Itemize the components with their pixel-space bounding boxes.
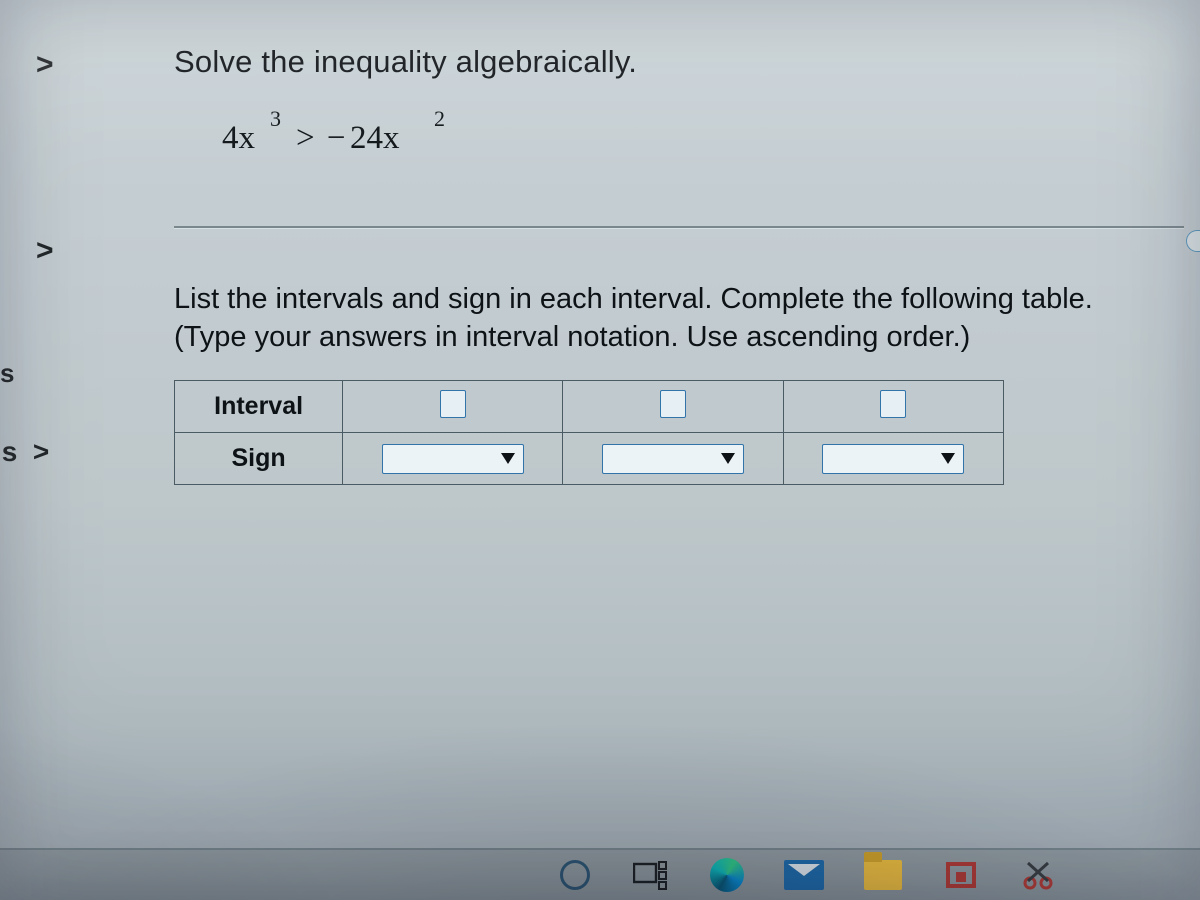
eq-lhs-base: 4x xyxy=(222,120,255,157)
interval-cell-3 xyxy=(783,381,1003,433)
eq-rhs-base: 24x xyxy=(350,120,400,157)
horizontal-divider xyxy=(174,226,1184,229)
dropdown-caret-icon xyxy=(721,453,735,464)
eq-relation: > − xyxy=(296,120,347,157)
divider-endpoint-icon xyxy=(1186,230,1200,252)
sign-select-2[interactable] xyxy=(602,444,744,474)
sign-cell-1 xyxy=(343,433,563,485)
nav-item-ls-chevron-icon: > xyxy=(33,436,49,467)
instruction-line-1: List the intervals and sign in each inte… xyxy=(174,283,1093,315)
sign-select-1[interactable] xyxy=(382,444,524,474)
dropdown-caret-icon xyxy=(941,453,955,464)
nav-item-ls[interactable]: ls > xyxy=(0,436,49,468)
interval-input-3[interactable] xyxy=(880,390,906,418)
sign-select-3[interactable] xyxy=(822,444,964,474)
table-row-sign: Sign xyxy=(175,433,1004,485)
sign-cell-2 xyxy=(563,433,783,485)
nav-chevron-1[interactable]: > xyxy=(36,48,54,82)
interval-row-header: Interval xyxy=(175,381,343,433)
problem-panel: Solve the inequality algebraically. 4x 3… xyxy=(174,18,1182,856)
file-explorer-icon[interactable] xyxy=(864,860,902,890)
problem-prompt: Solve the inequality algebraically. xyxy=(174,44,1182,80)
edge-browser-icon[interactable] xyxy=(710,858,744,892)
interval-cell-1 xyxy=(343,381,563,433)
eq-rhs-exponent: 2 xyxy=(434,106,445,132)
instruction-text: List the intervals and sign in each inte… xyxy=(174,281,1154,356)
snipping-tool-icon[interactable] xyxy=(1020,855,1060,895)
nav-item-ls-label: ls xyxy=(0,436,17,467)
dropdown-caret-icon xyxy=(501,453,515,464)
nav-item-s[interactable]: s xyxy=(0,358,14,389)
inequality-expression: 4x 3 > − 24x 2 xyxy=(222,112,1182,168)
sign-cell-3 xyxy=(783,433,1003,485)
interval-input-1[interactable] xyxy=(440,390,466,418)
problem-screen: > > s ls > Solve the inequality algebrai… xyxy=(0,0,1200,900)
windows-taskbar xyxy=(0,848,1200,900)
nav-chevron-2[interactable]: > xyxy=(36,234,54,268)
sign-interval-table: Interval Sign xyxy=(174,380,1004,485)
cortana-icon[interactable] xyxy=(560,860,590,890)
mail-icon[interactable] xyxy=(784,860,824,890)
task-view-icon[interactable] xyxy=(630,855,670,895)
eq-lhs-exponent: 3 xyxy=(270,106,281,132)
interval-input-2[interactable] xyxy=(660,390,686,418)
interval-cell-2 xyxy=(563,381,783,433)
instruction-line-2: (Type your answers in interval notation.… xyxy=(174,321,970,353)
screen-recorder-icon[interactable] xyxy=(942,858,980,892)
sign-row-header: Sign xyxy=(175,433,343,485)
left-nav-column: > > s ls > xyxy=(0,0,100,900)
table-row-interval: Interval xyxy=(175,381,1004,433)
